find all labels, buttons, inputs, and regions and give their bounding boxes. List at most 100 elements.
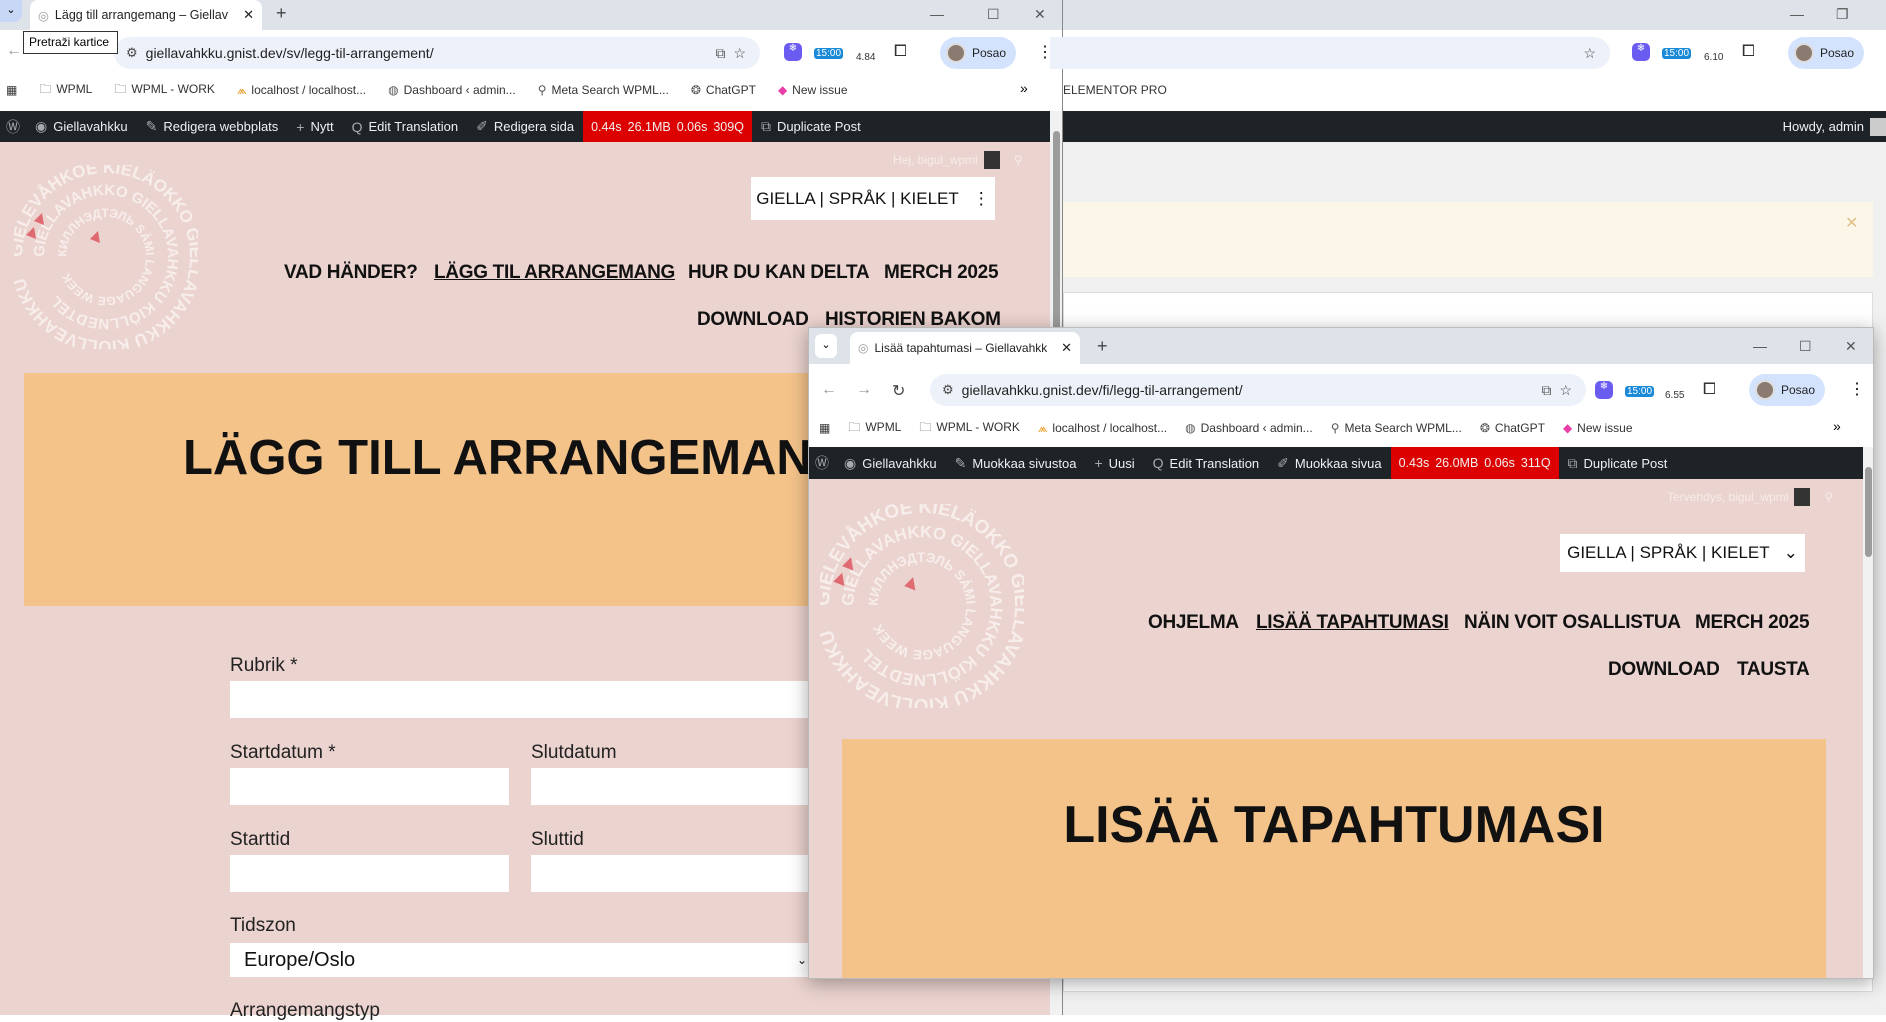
new-tab-button[interactable]: +	[276, 3, 287, 24]
bookmark-item[interactable]: 🗀 WPML - WORK	[919, 418, 1020, 439]
restore-button[interactable]: ❐	[1836, 6, 1849, 23]
extension-icon[interactable]: ❄	[1595, 381, 1613, 399]
admin-customize-link[interactable]: ✎ Redigera webbplats	[137, 111, 288, 142]
wp-logo-icon[interactable]: Ⓦ	[809, 447, 835, 479]
admin-translate-link[interactable]: Q Edit Translation	[343, 111, 468, 142]
end-date-input[interactable]	[531, 768, 831, 805]
nav-item[interactable]: VAD HÄNDER?	[284, 262, 418, 284]
nav-item[interactable]: MERCH 2025	[884, 262, 999, 284]
nav-item[interactable]: OHJELMA	[1148, 612, 1239, 634]
query-monitor-stats[interactable]: 0.44s 26.1MB 0.06s 309Q	[583, 111, 752, 142]
forward-icon[interactable]: →	[856, 381, 872, 399]
tab-active[interactable]: ◎ Lägg till arrangemang – Giellav ✕	[30, 0, 262, 30]
title-input[interactable]	[230, 681, 830, 718]
nav-item-current[interactable]: LISÄÄ TAPAHTUMASI	[1256, 612, 1449, 634]
site-info-icon[interactable]: ⚙	[126, 45, 138, 61]
bookmark-star-icon[interactable]: ☆	[733, 45, 746, 62]
admin-new-link[interactable]: + Uusi	[1085, 447, 1143, 479]
dismiss-notice-icon[interactable]: ✕	[1845, 213, 1858, 233]
bookmarks-overflow-icon[interactable]: »	[1833, 418, 1841, 434]
bookmark-star-icon[interactable]: ☆	[1583, 45, 1596, 62]
bookmark-item[interactable]: ◍ Dashboard ‹ admin...	[388, 83, 516, 97]
back-icon[interactable]: ←	[821, 381, 837, 399]
speed-extension-badge[interactable]: 6.55	[1665, 390, 1684, 401]
wp-logo-icon[interactable]: Ⓦ	[0, 111, 26, 142]
nav-item[interactable]: MERCH 2025	[1695, 612, 1810, 634]
language-switcher[interactable]: GIELLA | SPRÅK | KIELET ⋮	[751, 177, 995, 220]
menu-kebab-icon[interactable]: ⋮	[1849, 379, 1865, 399]
admin-duplicate-link[interactable]: ⧉ Duplicate Post	[752, 111, 870, 142]
translate-icon[interactable]: ⧉	[1541, 382, 1551, 399]
admin-edit-link[interactable]: ✐ Muokkaa sivua	[1268, 447, 1390, 479]
reload-icon[interactable]: ↻	[892, 381, 905, 401]
admin-customize-link[interactable]: ✎ Muokkaa sivustoa	[946, 447, 1086, 479]
nav-item[interactable]: NÄIN VOIT OSALLISTUA	[1464, 612, 1681, 634]
bookmark-item[interactable]: ELEMENTOR PRO	[1063, 83, 1167, 97]
close-window-button[interactable]: ✕	[1845, 338, 1857, 355]
timezone-select[interactable]: Europe/Oslo ⌄	[230, 943, 813, 977]
site-logo[interactable]: GIELEVÅHKOE KIELÄOKKO GIÉLLAVAHKKU KIÖLL…	[14, 165, 198, 349]
apps-icon[interactable]: ▦	[6, 83, 17, 97]
extensions-puzzle-icon[interactable]: ⧠	[894, 43, 907, 61]
bookmark-star-icon[interactable]: ☆	[1559, 382, 1572, 399]
admin-account-link[interactable]: Howdy, admin	[1774, 111, 1886, 142]
bookmark-item[interactable]: 🗀 WPML - WORK	[114, 80, 215, 101]
bookmark-item[interactable]: 🗀 WPML	[39, 80, 92, 101]
nav-item[interactable]: DOWNLOAD	[697, 309, 809, 331]
extensions-puzzle-icon[interactable]: ⧠	[1703, 381, 1716, 399]
profile-chip[interactable]: Posao	[940, 37, 1017, 69]
close-window-button[interactable]: ✕	[1034, 6, 1046, 23]
start-time-input[interactable]	[230, 855, 509, 892]
minimize-button[interactable]: —	[1753, 338, 1767, 354]
bookmark-item[interactable]: ⩕ localhost / localhost...	[1038, 421, 1167, 436]
maximize-button[interactable]: ☐	[987, 6, 1000, 23]
minimize-button[interactable]: —	[930, 6, 944, 22]
search-icon[interactable]: ⚲	[1014, 153, 1023, 167]
timer-extension-badge[interactable]: 15:00	[1625, 386, 1655, 397]
profile-chip[interactable]: Posao	[1749, 374, 1826, 406]
tab-active[interactable]: ◎ Lisää tapahtumasi – Giellavahkk ✕	[850, 332, 1080, 364]
user-greeting[interactable]: Tervehdys, bigul_wpml ⚲	[1667, 488, 1833, 506]
address-bar[interactable]: ⚙ giellavahkku.gnist.dev/fi/legg-til-arr…	[930, 374, 1586, 406]
minimize-button[interactable]: —	[1790, 6, 1804, 22]
admin-translate-link[interactable]: Q Edit Translation	[1144, 447, 1269, 479]
query-monitor-stats[interactable]: 0.43s 26.0MB 0.06s 311Q	[1390, 447, 1559, 479]
address-bar[interactable]: ☆	[1050, 37, 1610, 69]
speed-extension-badge[interactable]: 6.10	[1704, 52, 1723, 63]
popup-scrollbar[interactable]	[1863, 447, 1873, 978]
admin-edit-link[interactable]: ✐ Redigera sida	[467, 111, 583, 142]
nav-item[interactable]: TAUSTA	[1737, 659, 1810, 681]
timer-extension-badge[interactable]: 15:00	[814, 48, 844, 59]
address-bar[interactable]: ⚙ giellavahkku.gnist.dev/sv/legg-til-arr…	[114, 37, 760, 69]
timer-extension-badge[interactable]: 15:00	[1662, 48, 1692, 59]
translate-icon[interactable]: ⧉	[715, 45, 725, 62]
nav-item[interactable]: HUR DU KAN DELTA	[688, 262, 870, 284]
tab-search-button[interactable]: ⌄	[815, 334, 837, 358]
extensions-puzzle-icon[interactable]: ⧠	[1742, 43, 1755, 61]
bookmark-item[interactable]: ◍ Dashboard ‹ admin...	[1185, 421, 1313, 435]
bookmarks-overflow-icon[interactable]: »	[1020, 80, 1028, 96]
profile-chip[interactable]: Posao	[1788, 37, 1865, 69]
speed-extension-badge[interactable]: 4.84	[856, 52, 875, 63]
nav-item-current[interactable]: LÄGG TIL ARRANGEMANG	[434, 262, 675, 284]
nav-item[interactable]: DOWNLOAD	[1608, 659, 1720, 681]
bookmark-item[interactable]: ❂ ChatGPT	[691, 83, 756, 97]
back-icon[interactable]: ←	[6, 42, 22, 60]
extension-icon[interactable]: ❄	[784, 43, 802, 61]
extension-icon[interactable]: ❄	[1632, 43, 1650, 61]
end-time-input[interactable]	[531, 855, 831, 892]
close-tab-icon[interactable]: ✕	[243, 7, 254, 23]
maximize-button[interactable]: ☐	[1799, 338, 1812, 355]
bookmark-item[interactable]: ⩕ localhost / localhost...	[237, 83, 366, 98]
bookmark-item[interactable]: ❂ ChatGPT	[1480, 421, 1545, 435]
bookmark-item[interactable]: ◆ New issue	[1563, 421, 1633, 435]
apps-icon[interactable]: ▦	[819, 421, 830, 435]
tab-search-button[interactable]: ⌄	[0, 0, 22, 22]
admin-site-link[interactable]: ◉ Giellavahkku	[26, 111, 137, 142]
language-switcher[interactable]: GIELLA | SPRÅK | KIELET ⌄	[1560, 534, 1805, 572]
site-logo[interactable]: GIELEVÅHKOE KIELÄOKKO GIÉLLAVAHKKU KIÖLL…	[820, 504, 1024, 708]
new-tab-button[interactable]: +	[1097, 336, 1108, 357]
admin-duplicate-link[interactable]: ⧉ Duplicate Post	[1559, 447, 1677, 479]
bookmark-item[interactable]: ◆ New issue	[778, 83, 848, 97]
admin-new-link[interactable]: + Nytt	[287, 111, 342, 142]
